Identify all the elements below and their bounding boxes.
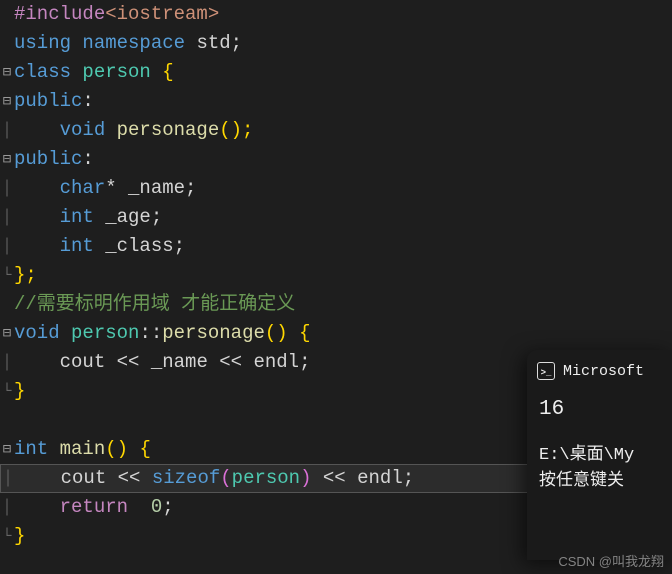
watermark: CSDN @叫我龙翔 [558, 551, 664, 570]
code-line[interactable]: using namespace std; [0, 29, 672, 58]
code-line[interactable]: ⊟ public: [0, 87, 672, 116]
console-window[interactable]: >_ Microsoft 16 E:\桌面\My 按任意键关 [527, 350, 672, 560]
console-title-text: Microsoft [563, 363, 644, 380]
code-line[interactable]: │ int _class; [0, 232, 672, 261]
fold-icon[interactable]: ⊟ [0, 443, 14, 457]
code-line[interactable]: ⊟ void person::personage() { [0, 319, 672, 348]
code-line[interactable]: │ void personage(); [0, 116, 672, 145]
comment: //需要标明作用域 才能正确定义 [14, 293, 295, 315]
fold-icon[interactable]: ⊟ [0, 66, 14, 80]
console-output: 16 [537, 398, 662, 421]
code-line[interactable]: │ int _age; [0, 203, 672, 232]
console-path: E:\桌面\My [537, 443, 662, 469]
code-line[interactable]: └ }; [0, 261, 672, 290]
console-prompt: 按任意键关 [537, 469, 662, 495]
fold-icon[interactable]: ⊟ [0, 327, 14, 341]
fold-icon[interactable]: ⊟ [0, 153, 14, 167]
code-line[interactable]: ⊟ class person { [0, 58, 672, 87]
terminal-icon: >_ [537, 362, 555, 380]
code-line[interactable]: │ char* _name; [0, 174, 672, 203]
fold-icon[interactable]: ⊟ [0, 95, 14, 109]
code-line[interactable]: ⊟ public: [0, 145, 672, 174]
preprocessor-directive: #include [14, 3, 105, 25]
console-title-bar: >_ Microsoft [537, 362, 662, 380]
include-header: <iostream> [105, 3, 219, 25]
code-line[interactable]: //需要标明作用域 才能正确定义 [0, 290, 672, 319]
code-line[interactable]: #include<iostream> [0, 0, 672, 29]
